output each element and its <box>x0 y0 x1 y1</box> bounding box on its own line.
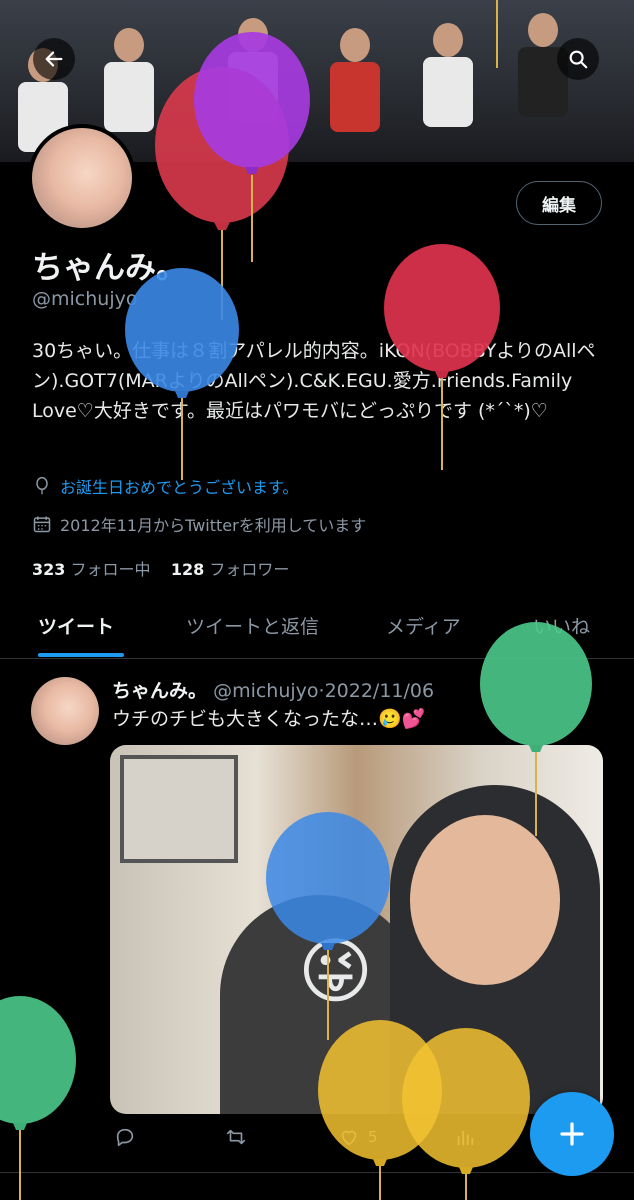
profile-handle: @michujyo <box>32 288 138 310</box>
birthday-text[interactable]: お誕生日おめでとうございます。 <box>60 474 298 498</box>
follow-stats: 323 フォロー中 128 フォロワー <box>32 556 289 580</box>
back-button[interactable] <box>33 38 75 80</box>
edit-profile-button[interactable]: 編集 <box>516 181 602 225</box>
heart-icon <box>341 1130 357 1146</box>
tab-tweets[interactable]: ツイート <box>38 612 114 639</box>
balloon-icon <box>36 476 48 495</box>
photo-frame <box>120 755 238 863</box>
following-label: フォロー中 <box>70 560 151 579</box>
reply-icon <box>116 1128 134 1147</box>
banner-figure <box>415 17 481 162</box>
analytics-icon <box>457 1130 474 1146</box>
profile-tabs: ツイート ツイートと返信 メディア いいね <box>0 600 634 659</box>
followers-link[interactable]: 128 フォロワー <box>171 560 290 579</box>
analytics-button[interactable] <box>454 1126 476 1148</box>
tweet-text: ウチのチビも大きくなったな…🥲💕 <box>112 708 426 730</box>
tab-likes[interactable]: いいね <box>533 612 590 639</box>
like-button[interactable]: 5 <box>338 1126 378 1148</box>
search-button[interactable] <box>557 38 599 80</box>
tweet-author-handle[interactable]: @michujyo <box>213 680 318 702</box>
profile-avatar[interactable] <box>28 124 136 232</box>
emoji-sticker: 😜 <box>298 929 374 1013</box>
tweet-header: ちゃんみ。 @michujyo·2022/11/06 <box>112 676 434 703</box>
profile-bio: 30ちゃい。仕事は８割アパレル的内容。iKON(BOBBYよりのAllペン).G… <box>32 340 596 422</box>
plus-icon <box>560 1122 584 1146</box>
followers-label: フォロワー <box>209 560 290 579</box>
tab-tweets-replies[interactable]: ツイートと返信 <box>186 612 319 639</box>
tweet-author-name[interactable]: ちゃんみ。 <box>112 680 207 702</box>
tweet-date[interactable]: 2022/11/06 <box>325 680 435 702</box>
photo-face-right <box>410 815 560 985</box>
balloon-green-icon <box>0 996 76 1200</box>
profile-name: ちゃんみ。 <box>32 250 187 286</box>
banner-figure <box>220 12 286 162</box>
followers-count: 128 <box>170 560 205 579</box>
tweet-photo[interactable]: 😜 <box>110 745 603 1114</box>
banner-figure <box>322 22 388 162</box>
birthday-line[interactable]: お誕生日おめでとうございます。 <box>32 474 298 498</box>
retweet-button[interactable] <box>224 1126 248 1148</box>
compose-tweet-button[interactable] <box>530 1092 614 1176</box>
tweet-actions: 5 <box>110 1126 510 1154</box>
search-icon <box>569 50 588 69</box>
divider <box>0 1172 634 1173</box>
tweet-avatar[interactable] <box>31 677 99 745</box>
banner-figure <box>510 7 576 162</box>
following-link[interactable]: 323 フォロー中 <box>32 560 151 579</box>
reply-button[interactable] <box>114 1126 136 1148</box>
arrow-left-icon <box>45 51 63 67</box>
calendar-icon <box>33 516 51 533</box>
retweet-icon <box>226 1129 246 1145</box>
tab-media[interactable]: メディア <box>386 612 461 639</box>
like-count: 5 <box>368 1128 378 1146</box>
active-tab-indicator <box>38 653 124 657</box>
following-count: 323 <box>32 560 66 579</box>
joined-text: 2012年11月からTwitterを利用しています <box>60 516 367 535</box>
joined-line: 2012年11月からTwitterを利用しています <box>32 512 366 536</box>
